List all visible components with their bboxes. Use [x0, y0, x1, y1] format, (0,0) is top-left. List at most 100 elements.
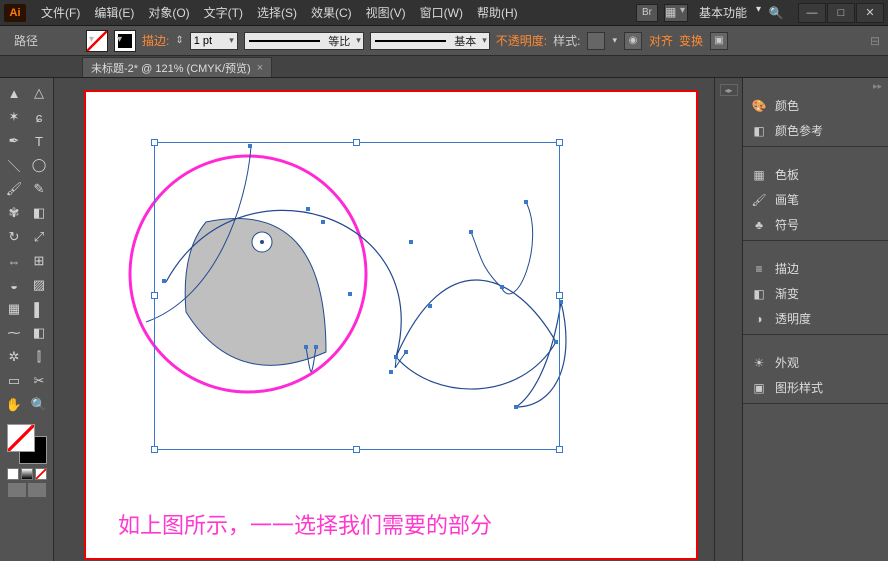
collapse-toggle[interactable]: ◂▸	[720, 84, 738, 96]
panel-color-label: 颜色	[775, 97, 799, 114]
panel-color[interactable]: 🎨颜色	[743, 93, 888, 118]
bridge-icon[interactable]: Br	[636, 4, 658, 22]
symbol-sprayer-tool[interactable]: ✲	[3, 346, 26, 368]
selection-tool[interactable]: ▲	[3, 82, 26, 104]
selection-bbox[interactable]	[154, 142, 560, 450]
color-mode-none[interactable]	[35, 468, 47, 480]
artboard[interactable]: 如上图所示，一一选择我们需要的部分	[84, 90, 698, 560]
menu-type[interactable]: 文字(T)	[197, 1, 250, 24]
panel-stroke[interactable]: ≡描边	[743, 256, 888, 281]
arrange-docs-dropdown[interactable]: ▦	[664, 4, 688, 22]
stroke-label[interactable]: 描边:	[142, 32, 169, 49]
stroke-swatch[interactable]	[114, 30, 136, 52]
direct-selection-tool[interactable]: △	[28, 82, 51, 104]
canvas[interactable]: 如上图所示，一一选择我们需要的部分	[54, 78, 714, 561]
type-tool[interactable]: T	[28, 130, 51, 152]
width-profile-dropdown[interactable]: 等比▾	[244, 32, 364, 50]
document-tab-close-icon[interactable]: ×	[257, 62, 263, 74]
profile1-label: 等比	[324, 33, 354, 49]
bbox-handle-tl[interactable]	[151, 139, 158, 146]
panel-brushes-label: 画笔	[775, 191, 799, 208]
bbox-handle-ml[interactable]	[151, 292, 158, 299]
slice-tool[interactable]: ✂	[28, 370, 51, 392]
eyedropper-tool[interactable]: ⁓	[3, 322, 26, 344]
annotation-caption: 如上图所示，一一选择我们需要的部分	[118, 508, 492, 540]
artboard-tool[interactable]: ▭	[3, 370, 26, 392]
bbox-handle-bl[interactable]	[151, 446, 158, 453]
align-label[interactable]: 对齐	[649, 32, 673, 49]
pencil-tool[interactable]: ✎	[28, 178, 51, 200]
panel-gradient[interactable]: ◧渐变	[743, 281, 888, 306]
gradient-tool[interactable]: ▌	[28, 298, 51, 320]
blend-tool[interactable]: ◧	[28, 322, 51, 344]
scale-tool[interactable]: ⤢	[28, 226, 51, 248]
width-tool[interactable]: ⇔	[3, 250, 26, 272]
panel-symbols[interactable]: ♣符号	[743, 212, 888, 237]
bbox-handle-tc[interactable]	[353, 139, 360, 146]
style-thumb[interactable]	[587, 32, 605, 50]
menu-window[interactable]: 窗口(W)	[413, 1, 470, 24]
panel-graphic-styles-label: 图形样式	[775, 379, 823, 396]
shape-builder-tool[interactable]: ◒	[3, 274, 26, 296]
search-icon[interactable]: 🔍	[767, 4, 785, 22]
panel-swatches[interactable]: ▦色板	[743, 162, 888, 187]
menu-view[interactable]: 视图(V)	[359, 1, 413, 24]
transform-label[interactable]: 变换	[679, 32, 703, 49]
recolor-button[interactable]: ◉	[624, 32, 642, 50]
fill-stroke-indicator[interactable]	[5, 424, 49, 464]
panel-appearance[interactable]: ☀外观	[743, 350, 888, 375]
color-guide-icon: ◧	[751, 123, 767, 139]
paintbrush-tool[interactable]: 🖌	[3, 178, 26, 200]
bbox-handle-tr[interactable]	[556, 139, 563, 146]
fill-color-box[interactable]	[7, 424, 35, 452]
bbox-handle-br[interactable]	[556, 446, 563, 453]
minimize-button[interactable]: —	[798, 3, 826, 23]
menu-help[interactable]: 帮助(H)	[470, 1, 525, 24]
panel-color-guide[interactable]: ◧颜色参考	[743, 118, 888, 143]
lasso-tool[interactable]: ɕ	[28, 106, 51, 128]
menu-select[interactable]: 选择(S)	[250, 1, 304, 24]
app-logo: Ai	[4, 4, 26, 22]
menu-effect[interactable]: 效果(C)	[304, 1, 359, 24]
hand-tool[interactable]: ✋	[3, 394, 26, 416]
ellipse-tool[interactable]: ◯	[28, 154, 51, 176]
panel-group-toggle-icon[interactable]: ▸▸	[873, 81, 882, 93]
stroke-weight-input[interactable]: 1 pt▾	[190, 32, 238, 50]
magic-wand-tool[interactable]: ✶	[3, 106, 26, 128]
maximize-button[interactable]: □	[827, 3, 855, 23]
eraser-tool[interactable]: ◧	[28, 202, 51, 224]
zoom-tool[interactable]: 🔍	[28, 394, 51, 416]
document-tab[interactable]: 未标题-2* @ 121% (CMYK/预览) ×	[82, 57, 272, 77]
menu-file[interactable]: 文件(F)	[34, 1, 87, 24]
opacity-label[interactable]: 不透明度:	[496, 32, 547, 49]
column-graph-tool[interactable]: ⫿	[28, 346, 51, 368]
menu-edit[interactable]: 编辑(E)	[87, 1, 141, 24]
color-mode-gradient[interactable]	[21, 468, 33, 480]
window-controls: — □ ✕	[797, 3, 884, 23]
panel-transparency[interactable]: ◑透明度	[743, 306, 888, 331]
gradient-icon: ◧	[751, 286, 767, 302]
brush-def-dropdown[interactable]: 基本▾	[370, 32, 490, 50]
panel-graphic-styles[interactable]: ▣ 图形样式	[743, 375, 888, 400]
options-overflow[interactable]: ⊟	[870, 34, 880, 48]
line-tool[interactable]: ＼	[3, 154, 26, 176]
screen-mode-normal[interactable]	[8, 483, 26, 497]
isolate-button[interactable]: ▣	[710, 32, 728, 50]
perspective-tool[interactable]: ▨	[28, 274, 51, 296]
fill-swatch[interactable]	[86, 30, 108, 52]
close-button[interactable]: ✕	[856, 3, 884, 23]
rotate-tool[interactable]: ↻	[3, 226, 26, 248]
color-mode-solid[interactable]	[7, 468, 19, 480]
free-transform-tool[interactable]: ⊞	[28, 250, 51, 272]
blob-brush-tool[interactable]: ✾	[3, 202, 26, 224]
graphic-styles-icon: ▣	[751, 380, 767, 396]
panel-brushes[interactable]: 🖌画笔	[743, 187, 888, 212]
mesh-tool[interactable]: ▦	[3, 298, 26, 320]
panel-appearance-label: 外观	[775, 354, 799, 371]
pen-tool[interactable]: ✒	[3, 130, 26, 152]
bbox-handle-mr[interactable]	[556, 292, 563, 299]
screen-mode-full[interactable]	[28, 483, 46, 497]
bbox-handle-bc[interactable]	[353, 446, 360, 453]
workspace-switcher[interactable]: 基本功能	[691, 2, 761, 23]
menu-object[interactable]: 对象(O)	[141, 1, 196, 24]
